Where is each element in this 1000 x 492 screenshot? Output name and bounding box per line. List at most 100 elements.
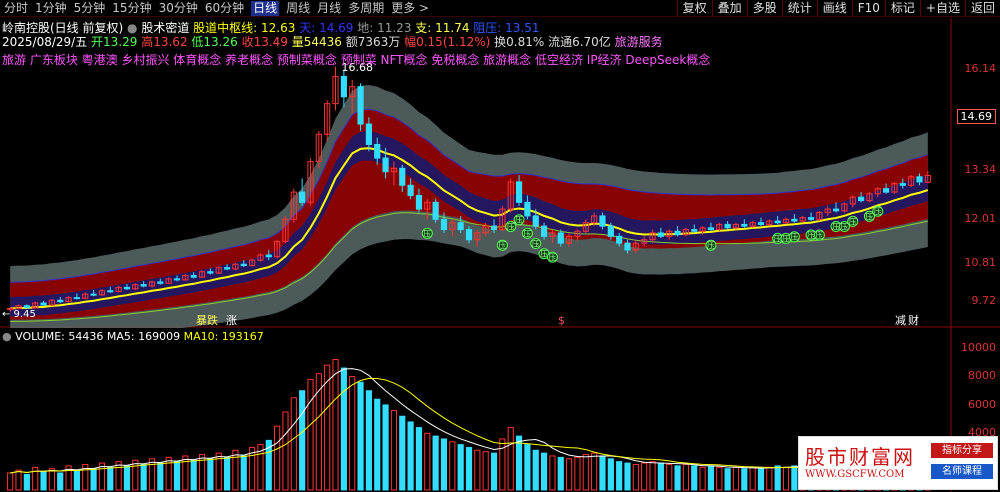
volume-bar bbox=[682, 463, 689, 491]
tool-button-0[interactable]: 复权 bbox=[676, 0, 712, 17]
support-tag-label: 压 bbox=[815, 231, 823, 240]
top-toolbar: 分时 1分钟 5分钟 15分钟 30分钟 60分钟 日线 周线 月线 多周期 更多 > 复权 叠加 多股… bbox=[0, 0, 1000, 17]
candle-body bbox=[465, 229, 473, 241]
volume-bar bbox=[632, 463, 639, 491]
watermark-url: WWW.GSCFW.COM bbox=[805, 469, 905, 480]
current-price-badge: 14.69 bbox=[956, 109, 996, 124]
volume-bar bbox=[707, 465, 715, 491]
volume-bar bbox=[549, 455, 556, 491]
volume-bar bbox=[290, 397, 297, 491]
candle-body bbox=[207, 271, 214, 274]
tool-button-7[interactable]: +自选 bbox=[919, 0, 965, 17]
volume-bar bbox=[666, 463, 673, 491]
volume-bar bbox=[741, 468, 748, 491]
price-tick-2: 13.34 bbox=[964, 163, 997, 176]
volume-bar bbox=[282, 411, 289, 491]
tool-button-6[interactable]: 标记 bbox=[884, 0, 920, 17]
volume-bar bbox=[15, 469, 22, 491]
candle-body bbox=[265, 254, 272, 258]
watermark-title: 股市财富网 bbox=[805, 445, 915, 469]
price-tick-5: 9.72 bbox=[971, 294, 997, 307]
tool-button-2[interactable]: 多股 bbox=[746, 0, 782, 17]
volume-bar bbox=[90, 468, 97, 491]
period-tab-4[interactable]: 30分钟 bbox=[159, 1, 198, 16]
volume-bar bbox=[173, 461, 181, 491]
period-tab-1[interactable]: 1分钟 bbox=[35, 1, 67, 16]
period-tab-7[interactable]: 周线 bbox=[286, 1, 310, 16]
tool-button-4[interactable]: 画线 bbox=[816, 0, 852, 17]
candle-body bbox=[883, 188, 890, 193]
support-tag-label: 压 bbox=[774, 234, 782, 243]
candle-body bbox=[858, 196, 865, 202]
price-tick-3: 12.01 bbox=[964, 212, 997, 225]
candle-body bbox=[532, 215, 539, 227]
volume-bar bbox=[507, 427, 514, 491]
period-tabs: 分时 1分钟 5分钟 15分钟 30分钟 60分钟 日线 周线 月线 多周期 更多 > bbox=[4, 1, 436, 16]
volume-bar bbox=[724, 468, 731, 491]
tool-button-8[interactable]: 返回 bbox=[964, 0, 1000, 17]
volume-bar bbox=[274, 425, 281, 491]
volume-bar bbox=[566, 458, 573, 491]
candle-body bbox=[515, 181, 523, 203]
volume-bar bbox=[782, 466, 790, 491]
candle-body bbox=[399, 167, 406, 186]
volume-bar bbox=[490, 452, 498, 491]
price-tick-4: 10.81 bbox=[964, 256, 997, 269]
candle-body bbox=[57, 299, 64, 303]
tool-button-3[interactable]: 统计 bbox=[781, 0, 817, 17]
candle-body bbox=[374, 143, 381, 159]
period-tab-3[interactable]: 15分钟 bbox=[112, 1, 151, 16]
volume-bar bbox=[399, 415, 406, 491]
marker-dollar: $ bbox=[558, 314, 565, 327]
support-tag-label: 压 bbox=[840, 223, 848, 232]
candle-body bbox=[440, 218, 448, 231]
concept-tags: 旅游 广东板块 粤港澳 乡村振兴 体育概念 养老概念 预制菜概念 预制菜 NFT… bbox=[2, 53, 711, 67]
volume-bar bbox=[749, 466, 756, 491]
candle-body bbox=[157, 281, 164, 284]
volume-bar bbox=[440, 438, 448, 491]
ma5-label: MA5: 169009 bbox=[106, 330, 181, 343]
period-tab-9[interactable]: 多周期 bbox=[348, 1, 384, 16]
support-tag-label: 压 bbox=[874, 207, 882, 216]
candle-body bbox=[415, 195, 423, 210]
candle-body bbox=[616, 235, 623, 244]
marker-rise: 涨 bbox=[226, 314, 237, 327]
course-tag[interactable]: 名师课程 bbox=[931, 464, 993, 479]
tool-button-1[interactable]: 叠加 bbox=[711, 0, 747, 17]
volume-bar bbox=[591, 452, 598, 491]
period-tab-5[interactable]: 60分钟 bbox=[205, 1, 244, 16]
tool-button-5[interactable]: F10 bbox=[851, 0, 885, 17]
volume-bar bbox=[774, 465, 781, 491]
watermark-logo[interactable]: 股市财富网 WWW.GSCFW.COM 指标分享 名师课程 bbox=[798, 436, 998, 490]
support-tag-label: 压 bbox=[507, 223, 515, 232]
volume-bar bbox=[499, 438, 506, 491]
volume-header: ● VOLUME: 54436 MA5: 169009 MA10: 193167 bbox=[2, 330, 264, 343]
volume-bar bbox=[791, 465, 798, 491]
support-tag-label: 压 bbox=[532, 240, 540, 249]
candle-body bbox=[340, 75, 347, 98]
period-tab-0[interactable]: 分时 bbox=[4, 1, 28, 16]
volume-bar bbox=[349, 376, 356, 491]
volume-bar bbox=[407, 421, 414, 491]
volume-bar bbox=[23, 473, 30, 491]
candle-body bbox=[657, 232, 664, 237]
candle-body bbox=[557, 232, 564, 244]
period-tab-2[interactable]: 5分钟 bbox=[74, 1, 106, 16]
volume-label: VOLUME: 54436 bbox=[15, 330, 104, 343]
marker-fall: 暴跌 bbox=[196, 313, 218, 327]
ohlc-value-0: 开13.29 bbox=[91, 35, 138, 49]
ohlc-value-5: 额7363万 bbox=[341, 35, 401, 49]
volume-bar bbox=[374, 398, 381, 491]
period-tab-10[interactable]: 更多 > bbox=[391, 1, 429, 16]
candle-body bbox=[757, 222, 765, 225]
period-tab-8[interactable]: 月线 bbox=[317, 1, 341, 16]
support-tag-label: 压 bbox=[498, 241, 506, 250]
candle-body bbox=[173, 278, 181, 281]
support-tag-label: 压 bbox=[707, 241, 715, 250]
share-tag[interactable]: 指标分享 bbox=[931, 443, 993, 458]
period-tab-6[interactable]: 日线 bbox=[251, 1, 280, 16]
volume-bar bbox=[716, 466, 723, 491]
volume-bar bbox=[515, 435, 523, 491]
candle-body bbox=[23, 305, 30, 309]
volume-bar bbox=[123, 465, 131, 491]
